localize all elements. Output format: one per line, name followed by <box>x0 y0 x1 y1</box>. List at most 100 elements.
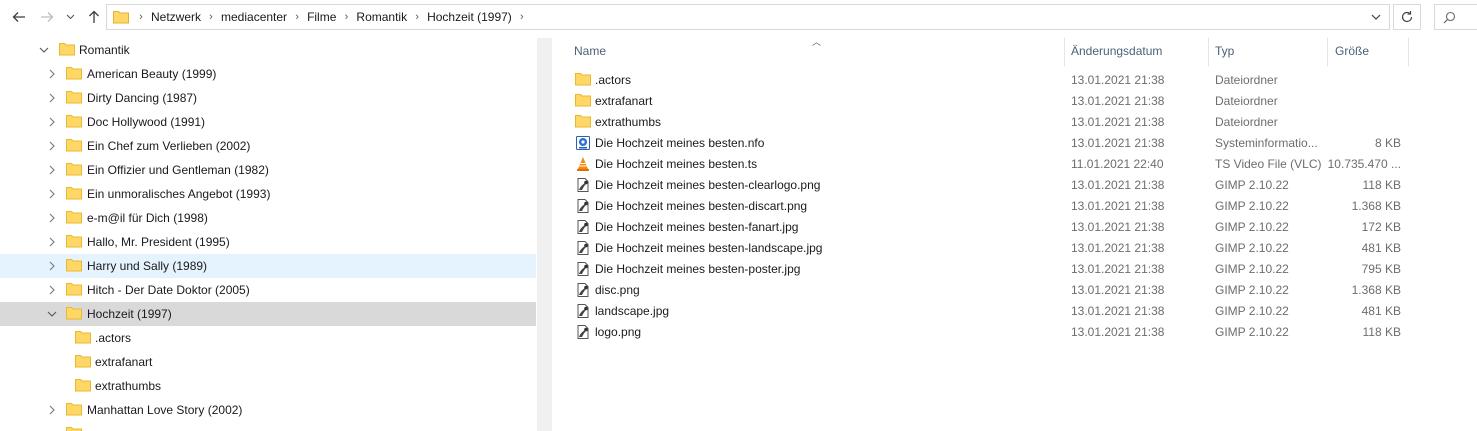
expand-toggle[interactable] <box>44 306 60 322</box>
address-history-button[interactable] <box>1363 5 1389 29</box>
file-row[interactable]: Die Hochzeit meines besten-fanart.jpg 13.… <box>573 217 1453 238</box>
breadcrumb-item[interactable]: mediacenter <box>219 10 289 24</box>
column-header-size[interactable]: Größe <box>1335 34 1405 68</box>
expand-toggle[interactable] <box>36 42 52 58</box>
arrow-up-icon <box>89 10 99 23</box>
file-row[interactable]: Die Hochzeit meines besten-discart.png 13… <box>573 196 1453 217</box>
file-type: GIMP 2.10.22 <box>1215 241 1289 255</box>
column-header-date[interactable]: Änderungsdatum <box>1071 34 1211 68</box>
breadcrumb-item[interactable]: Romantik <box>354 10 409 24</box>
tree-item[interactable]: Doc Hollywood (1991) <box>0 110 536 134</box>
tree-item[interactable]: .actors <box>0 326 536 350</box>
tree-item-label: Hitch - Der Date Doktor (2005) <box>87 283 250 297</box>
expand-toggle[interactable] <box>44 258 60 274</box>
tree-item[interactable]: Hallo, Mr. President (1995) <box>0 230 536 254</box>
tree-item[interactable]: Ein unmoralisches Angebot (1993) <box>0 182 536 206</box>
chevron-right-icon[interactable]: › <box>514 11 530 23</box>
column-divider[interactable] <box>1408 38 1409 66</box>
file-name: landscape.jpg <box>595 304 670 318</box>
tree-scrollbar[interactable] <box>537 38 552 431</box>
file-row[interactable]: landscape.jpg 13.01.2021 21:38 GIMP 2.10.2… <box>573 301 1453 322</box>
breadcrumb-item[interactable]: Netzwerk <box>149 10 203 24</box>
expand-toggle[interactable] <box>44 282 60 298</box>
chevron-right-icon <box>49 117 55 127</box>
file-row[interactable]: disc.png 13.01.2021 21:38 GIMP 2.10.22 1.36… <box>573 280 1453 301</box>
folder-icon <box>59 43 75 56</box>
chevron-right-icon <box>49 165 55 175</box>
breadcrumb-item[interactable]: Filme <box>305 10 338 24</box>
file-row[interactable]: Die Hochzeit meines besten.ts 11.01.2021 … <box>573 154 1453 175</box>
tree-item[interactable]: American Beauty (1999) <box>0 62 536 86</box>
address-bar[interactable]: › Netzwerk › mediacenter › Filme › Roman… <box>106 4 1390 30</box>
scrollbar-thumb[interactable] <box>540 38 549 431</box>
tree-item[interactable]: Ein Offizier und Gentleman (1982) <box>0 158 536 182</box>
tree-item[interactable]: Harry und Sally (1989) <box>0 254 536 278</box>
tree-item-label: Manhattan Love Story (2002) <box>87 403 243 417</box>
tree-item-label: Hallo, Mr. President (1995) <box>87 235 230 249</box>
forward-button[interactable] <box>36 6 58 28</box>
breadcrumb-item[interactable]: Hochzeit (1997) <box>425 10 514 24</box>
column-divider[interactable] <box>1064 38 1065 66</box>
expand-toggle[interactable] <box>44 210 60 226</box>
expand-toggle[interactable] <box>44 66 60 82</box>
tree-item[interactable]: Manhattan Love Story (2002) <box>0 398 536 422</box>
up-button[interactable] <box>83 6 105 28</box>
gimp-icon <box>575 198 591 214</box>
folder-icon-wrap <box>66 234 82 251</box>
tree-item[interactable]: Ein Chef zum Verlieben (2002) <box>0 134 536 158</box>
search-input[interactable] <box>1434 4 1477 30</box>
tree-item[interactable]: extrafanart <box>0 350 536 374</box>
tree-item[interactable]: e-m@il für Dich (1998) <box>0 206 536 230</box>
file-row[interactable]: Die Hochzeit meines besten-landscape.jpg… <box>573 238 1453 259</box>
chevron-right-icon[interactable]: › <box>133 11 149 23</box>
chevron-right-icon <box>49 141 55 151</box>
folder-icon <box>66 139 82 152</box>
file-date: 11.01.2021 22:40 <box>1071 157 1164 171</box>
chevron-right-icon <box>49 261 55 271</box>
expand-toggle[interactable] <box>44 186 60 202</box>
back-button[interactable] <box>8 6 30 28</box>
column-header-name[interactable]: Name <box>574 34 1064 68</box>
file-row[interactable]: extrathumbs 13.01.2021 21:38 Dateiordner <box>573 112 1453 133</box>
breadcrumb: › Netzwerk › mediacenter › Filme › Roman… <box>133 5 530 29</box>
file-size: 8 KB <box>1374 136 1401 150</box>
arrow-left-icon <box>12 12 25 22</box>
chevron-right-icon[interactable]: › <box>338 11 354 23</box>
tree-item-partial[interactable] <box>0 422 536 431</box>
chevron-right-icon[interactable]: › <box>289 11 305 23</box>
column-divider[interactable] <box>1208 38 1209 66</box>
tree-item-label: e-m@il für Dich (1998) <box>87 211 208 225</box>
file-row[interactable]: logo.png 13.01.2021 21:38 GIMP 2.10.22 118 … <box>573 322 1453 343</box>
column-header-type[interactable]: Typ <box>1215 34 1325 68</box>
expand-toggle[interactable] <box>44 402 60 418</box>
chevron-right-icon[interactable]: › <box>409 11 425 23</box>
tree-item-label: Harry und Sally (1989) <box>87 259 208 273</box>
tree-item[interactable]: Dirty Dancing (1987) <box>0 86 536 110</box>
search-icon <box>1443 11 1456 23</box>
file-row[interactable]: extrafanart 13.01.2021 21:38 Dateiordner <box>573 91 1453 112</box>
expand-toggle[interactable] <box>44 138 60 154</box>
file-row[interactable]: Die Hochzeit meines besten-poster.jpg 13.… <box>573 259 1453 280</box>
tree-item-romantik[interactable]: Romantik <box>0 38 536 62</box>
tree-item[interactable]: Hochzeit (1997) <box>0 302 536 326</box>
folder-icon-wrap <box>75 378 91 395</box>
expand-toggle[interactable] <box>44 90 60 106</box>
expand-toggle[interactable] <box>44 114 60 130</box>
file-name: Die Hochzeit meines besten-poster.jpg <box>595 262 801 276</box>
file-row[interactable]: Die Hochzeit meines besten.nfo 13.01.2021… <box>573 133 1453 154</box>
folder-icon-wrap <box>66 90 82 107</box>
column-divider[interactable] <box>1327 38 1328 66</box>
folder-icon-wrap <box>66 114 82 131</box>
tree-item[interactable]: Hitch - Der Date Doktor (2005) <box>0 278 536 302</box>
recent-locations-button[interactable] <box>62 6 78 28</box>
file-row[interactable]: Die Hochzeit meines besten-clearlogo.png… <box>573 175 1453 196</box>
folder-icon <box>75 331 91 344</box>
tree-item[interactable]: extrathumbs <box>0 374 536 398</box>
file-row[interactable]: .actors 13.01.2021 21:38 Dateiordner <box>573 70 1453 91</box>
refresh-button[interactable] <box>1393 4 1421 30</box>
file-type: GIMP 2.10.22 <box>1215 304 1289 318</box>
tree-item-label: extrafanart <box>95 355 153 369</box>
expand-toggle[interactable] <box>44 162 60 178</box>
chevron-right-icon[interactable]: › <box>203 11 219 23</box>
expand-toggle[interactable] <box>44 234 60 250</box>
